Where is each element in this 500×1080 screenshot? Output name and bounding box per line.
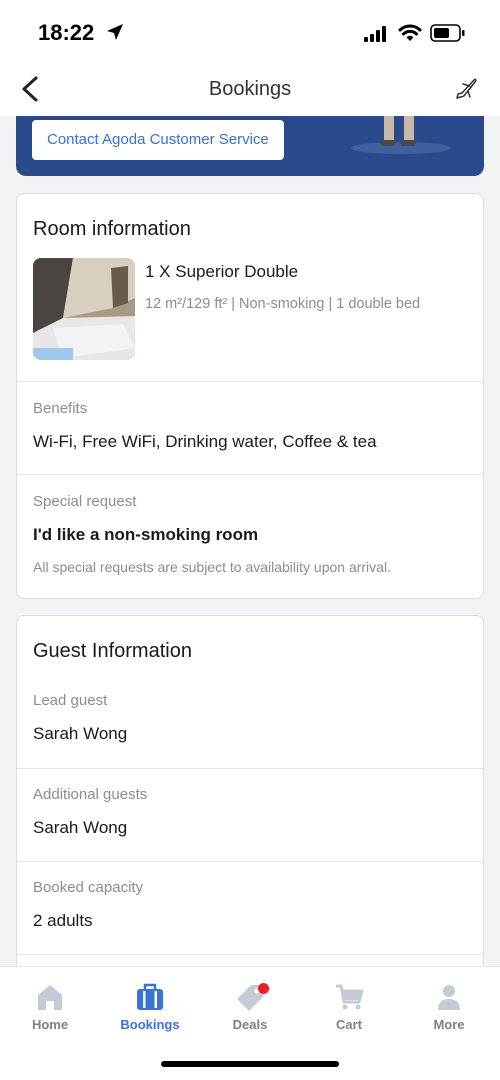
lead-guest-section: Lead guest Sarah Wong [17, 672, 483, 768]
next-section [17, 954, 483, 966]
room-info-title: Room information [33, 218, 191, 240]
tab-home-label: Home [31, 1017, 69, 1032]
additional-guests-label: Additional guests [33, 786, 148, 803]
room-information-card: Room information 1 X Superior Double 12 … [16, 193, 484, 599]
room-photo[interactable] [33, 258, 135, 360]
special-request-value: I'd like a non-smoking room [33, 525, 259, 544]
tab-more-label: More [433, 1017, 465, 1032]
additional-guests-section: Additional guests Sarah Wong [17, 768, 483, 861]
booked-capacity-value: 2 adults [33, 911, 93, 930]
status-time: 18:22 [38, 20, 95, 45]
deals-notification-dot [258, 983, 269, 994]
tab-deals-label: Deals [232, 1017, 268, 1032]
customer-service-banner: Contact Agoda Customer Service [16, 116, 484, 176]
person-illustration [346, 116, 456, 161]
cart-icon [336, 984, 364, 1010]
tab-bookings-label: Bookings [120, 1017, 180, 1032]
person-icon [438, 985, 460, 1010]
special-request-note: All special requests are subject to avai… [33, 559, 391, 575]
tab-more[interactable]: More [399, 983, 499, 1043]
plane-icon[interactable] [454, 76, 480, 107]
page-title: Bookings [208, 78, 292, 100]
special-request-section: Special request I'd like a non-smoking r… [17, 474, 483, 598]
contact-customer-service-button[interactable]: Contact Agoda Customer Service [32, 120, 284, 160]
tab-deals[interactable]: Deals [200, 983, 300, 1043]
tab-cart-label: Cart [335, 1017, 362, 1032]
special-request-label: Special request [33, 493, 137, 510]
benefits-label: Benefits [33, 400, 88, 417]
wifi-icon [398, 23, 422, 48]
cellular-signal-icon [364, 26, 388, 47]
home-icon [38, 985, 62, 1010]
lead-guest-label: Lead guest [33, 692, 108, 709]
lead-guest-value: Sarah Wong [33, 724, 128, 743]
benefits-value: Wi-Fi, Free WiFi, Drinking water, Coffee… [33, 432, 377, 451]
booked-capacity-label: Booked capacity [33, 879, 144, 896]
benefits-section: Benefits Wi-Fi, Free WiFi, Drinking wate… [17, 381, 483, 474]
guest-information-card: Guest Information Lead guest Sarah Wong … [16, 615, 484, 966]
additional-guests-value: Sarah Wong [33, 818, 128, 837]
nav-bar: Bookings [0, 66, 500, 116]
status-bar: 18:22 [0, 0, 500, 66]
suitcase-icon [137, 983, 163, 1010]
home-indicator[interactable] [161, 1061, 339, 1067]
room-name: 1 X Superior Double [145, 262, 299, 281]
room-details: 12 m²/129 ft² | Non-smoking | 1 double b… [145, 296, 421, 312]
tab-bookings[interactable]: Bookings [100, 983, 200, 1043]
scroll-content[interactable]: Contact Agoda Customer Service Room info… [0, 116, 500, 966]
tab-cart[interactable]: Cart [299, 983, 399, 1043]
guest-info-title: Guest Information [33, 640, 192, 662]
tab-home[interactable]: Home [0, 983, 100, 1043]
battery-icon [430, 24, 466, 47]
booked-capacity-section: Booked capacity 2 adults [17, 861, 483, 954]
location-arrow-icon [105, 22, 125, 47]
